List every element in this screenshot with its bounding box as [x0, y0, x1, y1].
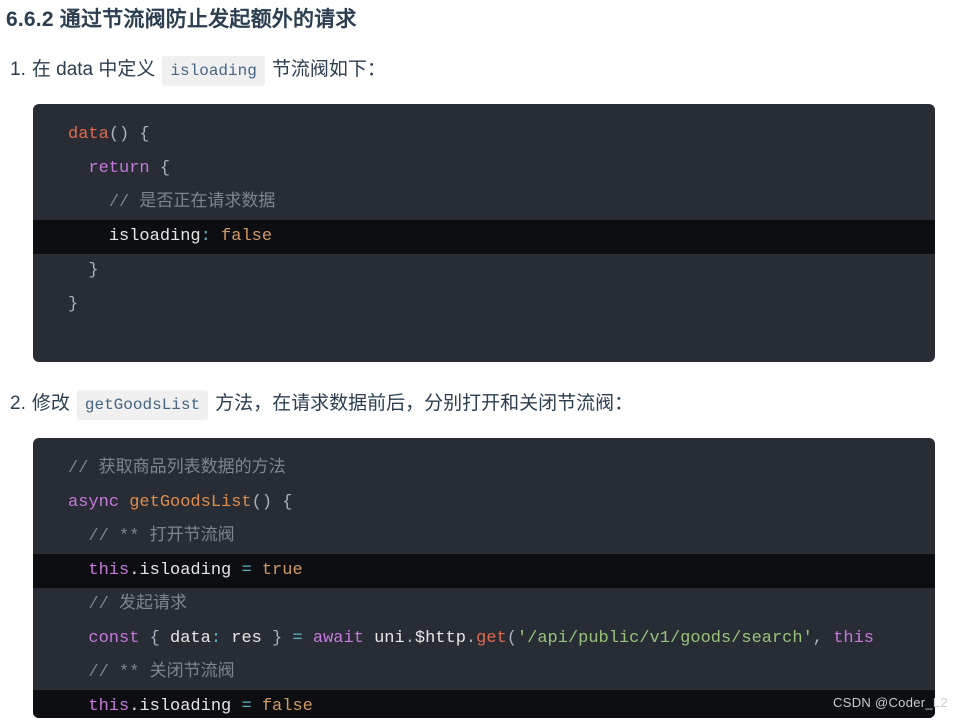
code-token: data	[170, 629, 211, 649]
code-token: // ** 关闭节流阀	[88, 663, 235, 683]
code-token: return	[88, 159, 150, 179]
code-token: (	[506, 629, 517, 649]
code-token: .isloading	[129, 561, 232, 581]
code-token: get	[476, 629, 507, 649]
code-token: this	[88, 561, 130, 581]
code-line: // ** 关闭节流阀	[33, 656, 935, 690]
code-token: {	[139, 629, 171, 649]
code-block-data-definition[interactable]: data() { return { // 是否正在请求数据 isloading:…	[33, 104, 935, 363]
code-token: // 是否正在请求数据	[108, 193, 276, 213]
code-token: '/api/public/v1/goods/search'	[516, 629, 813, 649]
code-token: =	[241, 697, 252, 717]
code-token: ,	[812, 629, 834, 649]
code-line: // 获取商品列表数据的方法	[33, 452, 935, 486]
code-line: // 发起请求	[33, 588, 935, 622]
inline-code-isloading: isloading	[162, 56, 265, 87]
code-line: // 是否正在请求数据	[33, 186, 935, 220]
code-block-getgoodslist[interactable]: // 获取商品列表数据的方法 async getGoodsList() { // …	[33, 438, 935, 719]
code-token: .isloading	[129, 697, 232, 717]
code-token: .	[404, 629, 415, 649]
list-item: 2. 修改 getGoodsList 方法，在请求数据前后，分别打开和关闭节流阀…	[0, 390, 958, 421]
code-token: .	[465, 629, 477, 649]
inline-code-getgoodslist: getGoodsList	[76, 390, 209, 421]
code-line: }	[33, 254, 935, 288]
code-line: async getGoodsList() {	[33, 486, 935, 520]
code-token: :	[210, 629, 222, 649]
code-token: }	[261, 629, 293, 649]
code-line: isloading: false	[33, 220, 935, 255]
code-token: res	[231, 629, 262, 649]
code-token: getGoodsList	[129, 493, 252, 513]
code-token: await	[312, 629, 364, 649]
heading-number: 6.6.2	[6, 8, 54, 31]
list-item-text-before: 在 data 中定义	[31, 59, 156, 81]
code-token: () {	[251, 493, 293, 513]
code-token: isloading	[108, 227, 201, 247]
code-token: uni	[374, 629, 405, 649]
code-token: const	[88, 629, 140, 649]
list-item-marker: 2.	[10, 393, 26, 415]
page-title: 6.6.2 通过节流阀防止发起额外的请求	[0, 0, 958, 34]
code-token: :	[200, 227, 211, 247]
code-line: const { data: res } = await uni.$http.ge…	[33, 622, 935, 656]
code-token: // ** 打开节流阀	[88, 527, 235, 547]
code-line: this.isloading = true	[33, 554, 935, 589]
list-item-text-before: 修改	[31, 393, 70, 415]
code-token: true	[261, 561, 303, 581]
code-token: false	[221, 227, 273, 247]
code-token: $http	[414, 629, 466, 649]
code-token: // 获取商品列表数据的方法	[68, 459, 286, 479]
code-token: data	[68, 125, 109, 145]
code-token: this	[833, 629, 875, 649]
code-token: this	[88, 697, 130, 717]
list-item-text-after: 节流阀如下：	[271, 59, 386, 81]
code-line: data() {	[33, 118, 935, 152]
code-line: return {	[33, 152, 935, 186]
list-item: 1. 在 data 中定义 isloading 节流阀如下：	[0, 56, 958, 87]
list-item-marker: 1.	[10, 59, 26, 81]
code-token: false	[261, 697, 313, 717]
code-line: }	[33, 288, 935, 322]
code-token: {	[149, 159, 171, 179]
code-token: // 发起请求	[88, 595, 188, 615]
code-line: // ** 打开节流阀	[33, 520, 935, 554]
code-token: () {	[108, 125, 150, 145]
code-token: =	[292, 629, 303, 649]
code-token: =	[241, 561, 252, 581]
code-line: this.isloading = false	[33, 690, 935, 719]
code-token: async	[68, 493, 120, 513]
list-item-text-after: 方法，在请求数据前后，分别打开和关闭节流阀：	[215, 393, 634, 415]
code-token: }	[88, 261, 99, 281]
heading-text: 通过节流阀防止发起额外的请求	[59, 8, 357, 31]
code-token: }	[68, 295, 79, 315]
